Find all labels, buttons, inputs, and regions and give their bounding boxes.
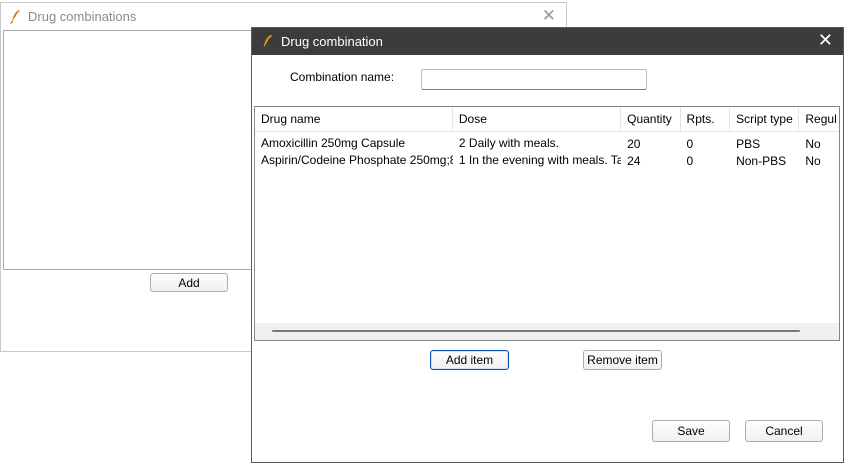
combination-name-input[interactable] [421,69,647,90]
close-icon[interactable]: ✕ [542,7,556,24]
cell-regulation: No [805,136,821,151]
title-bar: Drug combinations [1,3,566,30]
cell-script-type: Non-PBS [736,153,787,168]
cell-dose: 1 In the evening with meals. Ta... [458,153,622,167]
quill-pen-icon [262,34,272,49]
window-title: Drug combinations [28,9,137,24]
close-icon[interactable]: ✕ [818,31,833,49]
table-row[interactable]: Aspirin/Codeine Phosphate 250mg;8m... 1 … [255,152,839,169]
drug-combination-dialog: Drug combination ✕ Combination name: Dru… [251,27,844,463]
grid-header: Drug name Dose Quantity Rpts. Script typ… [255,107,839,132]
column-header-dose[interactable]: Dose [453,107,622,131]
table-row[interactable]: Amoxicillin 250mg Capsule 2 Daily with m… [255,135,839,152]
column-header-drug-name[interactable]: Drug name [255,107,453,131]
cell-script-type: PBS [736,136,761,151]
drug-items-grid[interactable]: Drug name Dose Quantity Rpts. Script typ… [254,106,840,341]
column-header-regulation[interactable]: Regul [799,107,839,131]
cell-regulation: No [805,153,821,168]
add-item-button[interactable]: Add item [430,350,509,370]
column-header-quantity[interactable]: Quantity [621,107,681,131]
cell-dose: 2 Daily with meals. [458,136,559,150]
cell-quantity: 24 [627,153,641,168]
combination-name-label: Combination name: [290,70,395,84]
cell-repeats: 0 [686,136,694,151]
combinations-list[interactable] [3,30,256,270]
cancel-button[interactable]: Cancel [745,420,823,442]
horizontal-scrollbar[interactable] [255,323,839,340]
cell-drug-name: Amoxicillin 250mg Capsule [261,136,406,150]
remove-item-button[interactable]: Remove item [583,350,662,370]
column-header-script-type[interactable]: Script type [730,107,800,131]
add-button[interactable]: Add [150,273,228,292]
cell-quantity: 20 [627,136,641,151]
cell-drug-name: Aspirin/Codeine Phosphate 250mg;8m... [261,153,453,167]
column-header-repeats[interactable]: Rpts. [681,107,731,131]
dialog-title: Drug combination [281,34,383,49]
scrollbar-thumb[interactable] [272,330,800,332]
cell-repeats: 0 [686,153,694,168]
save-button[interactable]: Save [652,420,730,442]
quill-pen-icon [10,9,20,24]
title-bar: Drug combination [252,28,843,55]
